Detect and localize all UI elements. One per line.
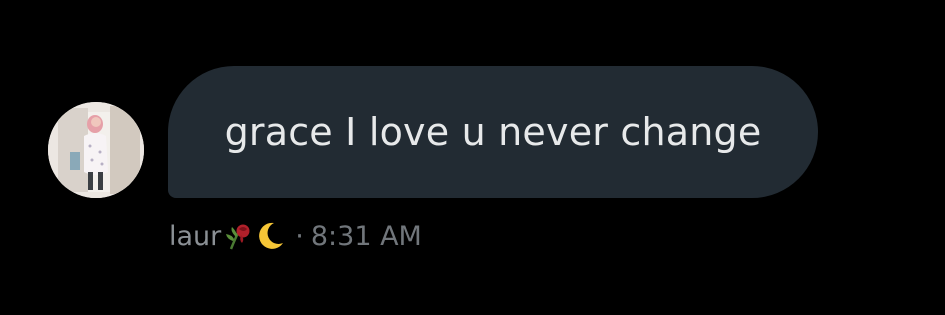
message-row: grace I love u never change laur · 8:31 … — [48, 66, 928, 266]
sender-name[interactable]: laur — [169, 221, 221, 252]
message-meta: laur · 8:31 AM — [169, 218, 422, 254]
avatar[interactable] — [48, 102, 144, 198]
message-bubble[interactable]: grace I love u never change — [168, 66, 818, 198]
message-timestamp: 8:31 AM — [310, 220, 422, 252]
meta-separator: · — [295, 220, 304, 252]
crescent-moon-icon — [259, 222, 284, 249]
wilted-rose-icon — [226, 224, 250, 250]
message-text: grace I love u never change — [224, 110, 762, 154]
avatar-photo — [48, 102, 144, 198]
